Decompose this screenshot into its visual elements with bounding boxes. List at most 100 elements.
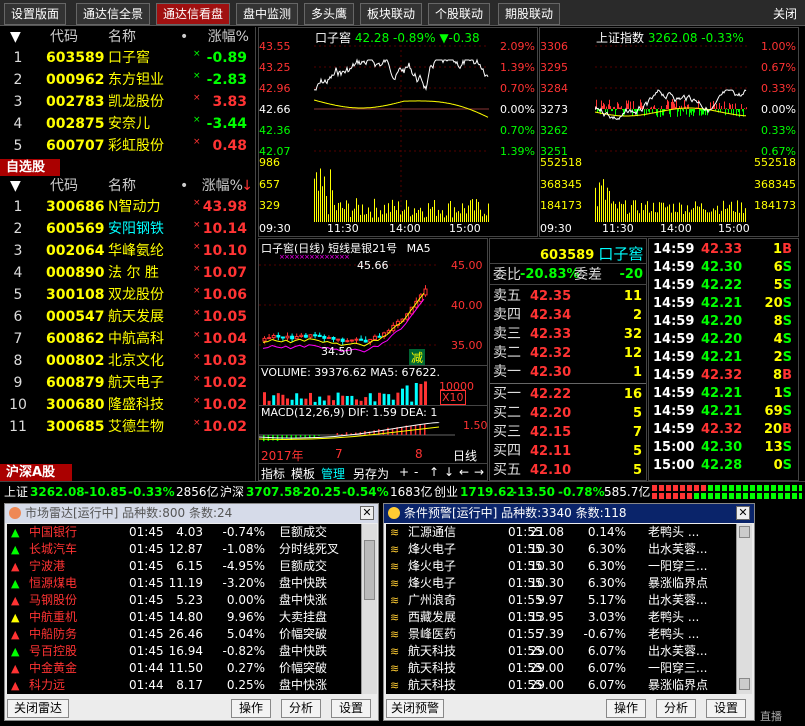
alert-row[interactable]: ≋ 航天科技 01:55 29.00 6.07% 出水芙蓉...: [386, 643, 736, 660]
stock-row[interactable]: 6 000547 航天发展 × 10.05: [0, 306, 255, 328]
kline-tool-tab[interactable]: 另存为: [353, 465, 389, 482]
alert-row[interactable]: ▲ 马钢股份 01:45 5.23 0.00% 盘中快涨: [7, 592, 361, 609]
stock-row[interactable]: 5 300108 双龙股份 × 10.06: [0, 284, 255, 306]
ob-level[interactable]: 买一 42.22 16: [490, 385, 645, 404]
self-select-tab[interactable]: 自选股: [0, 159, 60, 176]
stock-row[interactable]: 8 000802 北京文化 × 10.03: [0, 350, 255, 372]
tab-layout-settings[interactable]: 设置版面: [4, 3, 67, 25]
kline-nav-button[interactable]: ↑: [429, 465, 439, 479]
ob-level[interactable]: 卖五 42.35 11: [490, 287, 645, 306]
cond-analyze-button[interactable]: 分析: [656, 699, 696, 718]
kline-nav-button[interactable]: -: [414, 465, 418, 479]
alert-row[interactable]: ≋ 航天科技 01:55 29.00 6.07% 暴涨临界点: [386, 677, 736, 694]
live-stream-label[interactable]: 直播: [760, 708, 782, 724]
breadth-cell: [729, 485, 734, 491]
alert-row[interactable]: ▲ 中航重机 01:45 14.80 9.96% 大卖挂盘: [7, 609, 361, 626]
stock-row[interactable]: 1 603589 口子窖 × -0.89: [0, 47, 255, 69]
ob-level[interactable]: 买二 42.20 5: [490, 404, 645, 423]
alert-row[interactable]: ≋ 烽火电子 01:55 10.30 6.30% 暴涨临界点: [386, 575, 736, 592]
intraday-chart-stock[interactable]: 口子窖 42.28 -0.89% ▼-0.38 43.55 43.25 42.96 4…: [258, 27, 538, 237]
kline-nav-button[interactable]: ↓: [444, 465, 454, 479]
alert-row[interactable]: ▲ 科力远 01:44 8.17 0.25% 盘中快涨: [7, 677, 361, 694]
stock-row[interactable]: 1 300686 N智动力 × 43.98: [0, 196, 255, 218]
kline-tool-tab[interactable]: 模板: [291, 465, 315, 482]
alert-row[interactable]: ≋ 景峰医药 01:55 7.39 -0.67% 老鸭头 ...: [386, 626, 736, 643]
alert-row[interactable]: ▲ 号百控股 01:45 16.94 -0.82% 盘中快跌: [7, 643, 361, 660]
radar-titlebar[interactable]: 市场雷达[运行中] 品种数:800 条数:24 ✕: [5, 504, 378, 523]
col-name-2[interactable]: 名称: [108, 176, 136, 196]
sh-amt: 2856亿: [176, 485, 219, 499]
alert-row[interactable]: ▲ 中船防务 01:45 26.46 5.04% 价幅突破: [7, 626, 361, 643]
close-radar-button[interactable]: 关闭雷达: [7, 699, 69, 718]
cond-scrollbar[interactable]: [736, 524, 752, 694]
stock-row[interactable]: 3 002064 华峰氨纶 × 10.10: [0, 240, 255, 262]
alert-row[interactable]: ≋ 汇源通信 01:55 21.08 0.14% 老鸭头 ...: [386, 524, 736, 541]
col-code[interactable]: 代码: [50, 27, 78, 47]
stock-row[interactable]: 4 000890 法 尔 胜 × 10.07: [0, 262, 255, 284]
tab-stock-link[interactable]: 个股联动: [428, 3, 491, 25]
alert-row[interactable]: ≋ 西藏发展 01:55 13.95 3.03% 老鸭头 ...: [386, 609, 736, 626]
cond-close-icon[interactable]: ✕: [736, 506, 750, 520]
intraday-chart-index[interactable]: 上证指数 3262.08 -0.33% 3306 3295 3284 3273 3262…: [539, 27, 799, 237]
ob-level[interactable]: 买五 42.10 5: [490, 461, 645, 480]
stock-name: 东方钽业: [108, 72, 164, 88]
alert-row[interactable]: ≋ 烽火电子 01:55 10.30 6.30% 出水芙蓉...: [386, 541, 736, 558]
kline-panel[interactable]: 口子窖(日线) 短线是银21号 MA5 × × × × × × × × × × × × × × 45.66…: [258, 238, 488, 481]
stock-row[interactable]: 5 600707 彩虹股份 × 0.48: [0, 135, 255, 157]
tab-monitor[interactable]: 盘中监测: [236, 3, 299, 25]
kline-tool-tab[interactable]: 指标: [261, 465, 285, 482]
stock-row[interactable]: 10 300680 隆盛科技 × 10.02: [0, 394, 255, 416]
col-pct-2[interactable]: 涨幅%: [202, 176, 243, 196]
radar-scrollbar[interactable]: [361, 524, 377, 694]
radar-operate-button[interactable]: 操作: [231, 699, 271, 718]
alert-row[interactable]: ≋ 烽火电子 01:55 10.30 6.30% 一阳穿三...: [386, 558, 736, 575]
kline-nav-button[interactable]: +: [399, 465, 409, 479]
alert-row[interactable]: ▲ 恒源煤电 01:45 11.19 -3.20% 盘中快跌: [7, 575, 361, 592]
breadth-cell: [799, 485, 802, 491]
col-name[interactable]: 名称: [108, 27, 136, 47]
ob-level[interactable]: 卖四 42.34 2: [490, 306, 645, 325]
alert-row[interactable]: ≋ 航天科技 01:55 29.00 6.07% 一阳穿三...: [386, 660, 736, 677]
stock-row[interactable]: 2 600569 安阳钢铁 × 10.14: [0, 218, 255, 240]
tick-price: 42.21: [701, 404, 743, 419]
tab-bull-eagle[interactable]: 多头鹰: [304, 3, 355, 25]
tab-panorama[interactable]: 通达信全景: [76, 3, 151, 25]
radar-analyze-button[interactable]: 分析: [281, 699, 321, 718]
cond-settings-button[interactable]: 设置: [706, 699, 746, 718]
kline-tool-tab[interactable]: 管理: [321, 465, 345, 482]
alert-row[interactable]: ▲ 宁波港 01:45 6.15 -4.95% 巨额成交: [7, 558, 361, 575]
ob-level[interactable]: 卖二 42.32 12: [490, 344, 645, 363]
alert-time: 01:45: [129, 627, 164, 641]
alert-row[interactable]: ▲ 中国银行 01:45 4.03 -0.74% 巨额成交: [7, 524, 361, 541]
radar-close-icon[interactable]: ✕: [360, 506, 374, 520]
ob-level[interactable]: 卖一 42.30 1: [490, 363, 645, 382]
tab-futures-link[interactable]: 期股联动: [498, 3, 561, 25]
ob-level[interactable]: 卖三 42.33 32: [490, 325, 645, 344]
close-button[interactable]: 关闭: [773, 5, 797, 22]
alert-row[interactable]: ≋ 广州浪奇 01:55 9.97 5.17% 出水芙蓉...: [386, 592, 736, 609]
stock-row[interactable]: 3 002783 凯龙股份 × 3.83: [0, 91, 255, 113]
shenzhen-a-tab[interactable]: 沪深A股: [0, 464, 72, 481]
col-pct[interactable]: 涨幅%: [208, 27, 249, 47]
radar-settings-button[interactable]: 设置: [331, 699, 371, 718]
stock-row[interactable]: 4 002875 安奈儿 × -3.44: [0, 113, 255, 135]
cond-titlebar[interactable]: 条件预警[运行中] 品种数:3340 条数:118 ✕: [384, 504, 754, 523]
kline-nav-button[interactable]: ←: [459, 465, 469, 479]
alert-row[interactable]: ▲ 中金黄金 01:44 11.50 0.27% 价幅突破: [7, 660, 361, 677]
alert-row[interactable]: ▲ 长城汽车 01:45 12.87 -1.08% 分时线死叉: [7, 541, 361, 558]
stock-row[interactable]: 9 600879 航天电子 × 10.02: [0, 372, 255, 394]
cond-operate-button[interactable]: 操作: [606, 699, 646, 718]
stock-row[interactable]: 11 300685 艾德生物 × 10.02: [0, 416, 255, 438]
kline-nav-button[interactable]: →: [474, 465, 484, 479]
condition-alert-window[interactable]: 条件预警[运行中] 品种数:3340 条数:118 ✕ ≋ 汇源通信 01:55 21…: [383, 503, 755, 721]
stock-row[interactable]: 2 000962 东方钽业 × -2.83: [0, 69, 255, 91]
col-code-2[interactable]: 代码: [50, 176, 78, 196]
kline-period[interactable]: 日线: [453, 447, 477, 464]
ob-level[interactable]: 买三 42.15 7: [490, 423, 645, 442]
tab-watch[interactable]: 通达信看盘: [156, 3, 231, 25]
market-radar-window[interactable]: 市场雷达[运行中] 品种数:800 条数:24 ✕ ▲ 中国银行 01:45 4.03…: [4, 503, 379, 721]
close-alert-button[interactable]: 关闭预警: [386, 699, 444, 718]
ob-level[interactable]: 买四 42.11 5: [490, 442, 645, 461]
tab-sector-link[interactable]: 板块联动: [360, 3, 423, 25]
stock-row[interactable]: 7 600862 中航高科 × 10.04: [0, 328, 255, 350]
